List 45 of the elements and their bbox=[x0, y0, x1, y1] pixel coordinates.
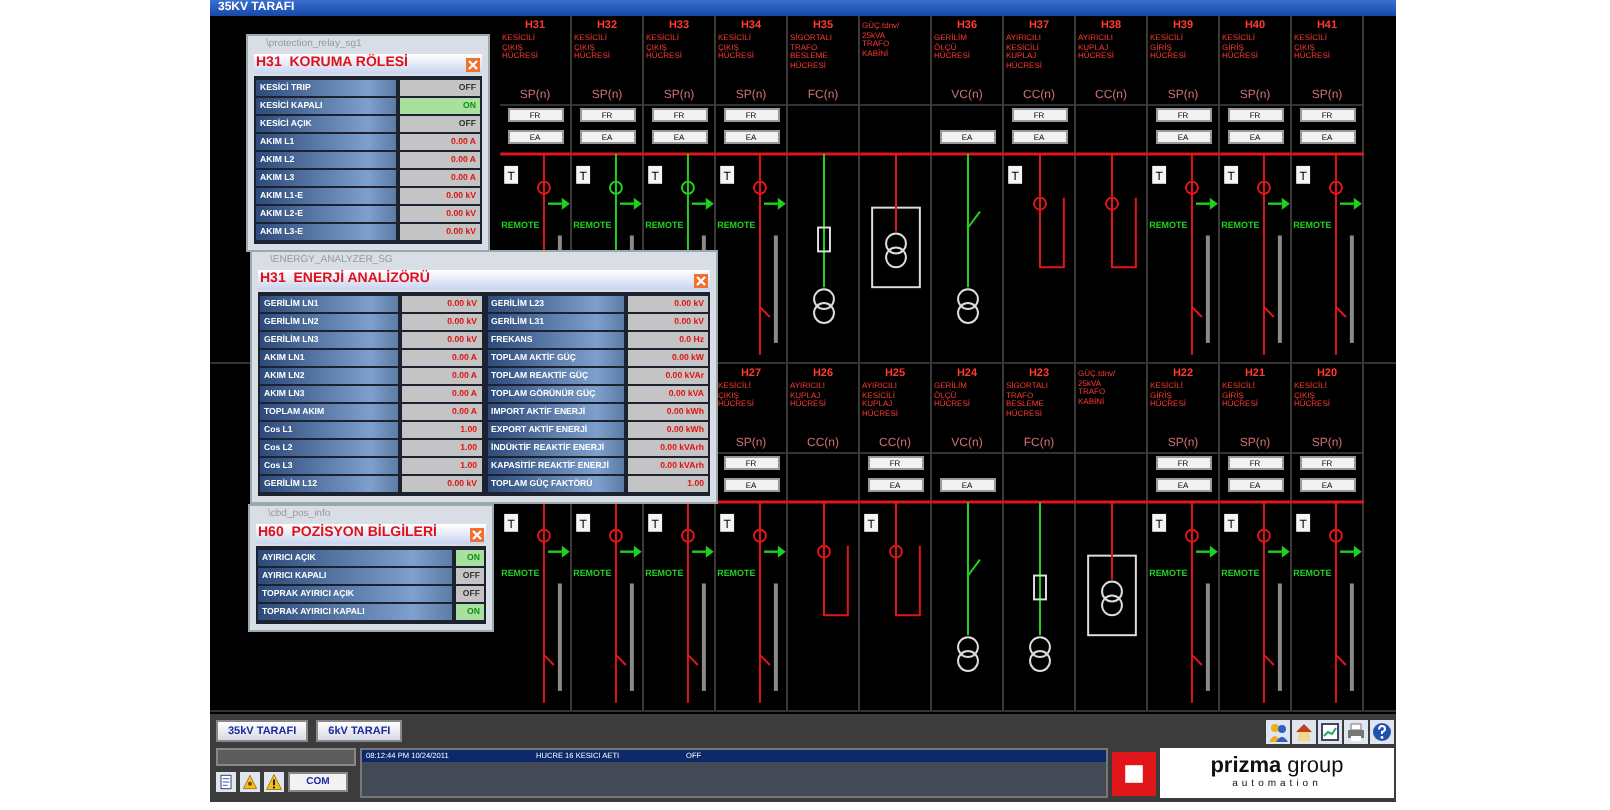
arrow-icon bbox=[1339, 196, 1362, 209]
arrow-icon bbox=[1267, 196, 1290, 209]
arrow-icon bbox=[1339, 544, 1362, 557]
tag-box[interactable] bbox=[1296, 165, 1311, 184]
tag-box[interactable] bbox=[720, 513, 735, 532]
document-icon[interactable] bbox=[216, 772, 236, 792]
tag-box[interactable] bbox=[1224, 165, 1239, 184]
logo-suffix: group bbox=[1287, 756, 1344, 778]
arrow-icon bbox=[1195, 544, 1218, 557]
tag-box[interactable] bbox=[1152, 165, 1167, 184]
logo-mark-icon bbox=[1112, 752, 1156, 796]
tag-box[interactable] bbox=[1008, 165, 1023, 184]
tag-box[interactable] bbox=[720, 165, 735, 184]
tag-box[interactable] bbox=[1152, 513, 1167, 532]
tag-box[interactable] bbox=[864, 513, 879, 532]
warning-icon[interactable] bbox=[264, 772, 284, 792]
arrow-icon bbox=[691, 544, 714, 557]
tag-box[interactable] bbox=[504, 513, 519, 532]
close-icon[interactable] bbox=[466, 57, 480, 71]
arrow-icon bbox=[619, 196, 642, 209]
arrow-icon bbox=[547, 196, 570, 209]
status-field bbox=[216, 748, 356, 766]
printer-icon[interactable] bbox=[1344, 719, 1368, 743]
tag-box[interactable] bbox=[1296, 513, 1311, 532]
arrow-icon bbox=[547, 544, 570, 557]
arrow-icon bbox=[763, 196, 786, 209]
tag-box[interactable] bbox=[576, 513, 591, 532]
alarm-icon[interactable] bbox=[240, 772, 260, 792]
arrow-icon bbox=[1195, 196, 1218, 209]
tag-box[interactable] bbox=[576, 165, 591, 184]
logo-name: prizma bbox=[1210, 756, 1282, 778]
tag-box[interactable] bbox=[1224, 513, 1239, 532]
home-icon[interactable] bbox=[1292, 719, 1316, 743]
tag-box[interactable] bbox=[504, 165, 519, 184]
arrow-icon bbox=[1267, 544, 1290, 557]
tag-box[interactable] bbox=[648, 513, 663, 532]
users-icon[interactable] bbox=[1266, 719, 1290, 743]
arrow-icon bbox=[619, 544, 642, 557]
chart-icon[interactable] bbox=[1318, 719, 1342, 743]
tag-box[interactable] bbox=[648, 165, 663, 184]
close-icon[interactable] bbox=[694, 273, 708, 287]
arrow-icon bbox=[691, 196, 714, 209]
arrow-icon bbox=[763, 544, 786, 557]
help-icon[interactable] bbox=[1370, 719, 1394, 743]
close-icon[interactable] bbox=[470, 527, 484, 541]
